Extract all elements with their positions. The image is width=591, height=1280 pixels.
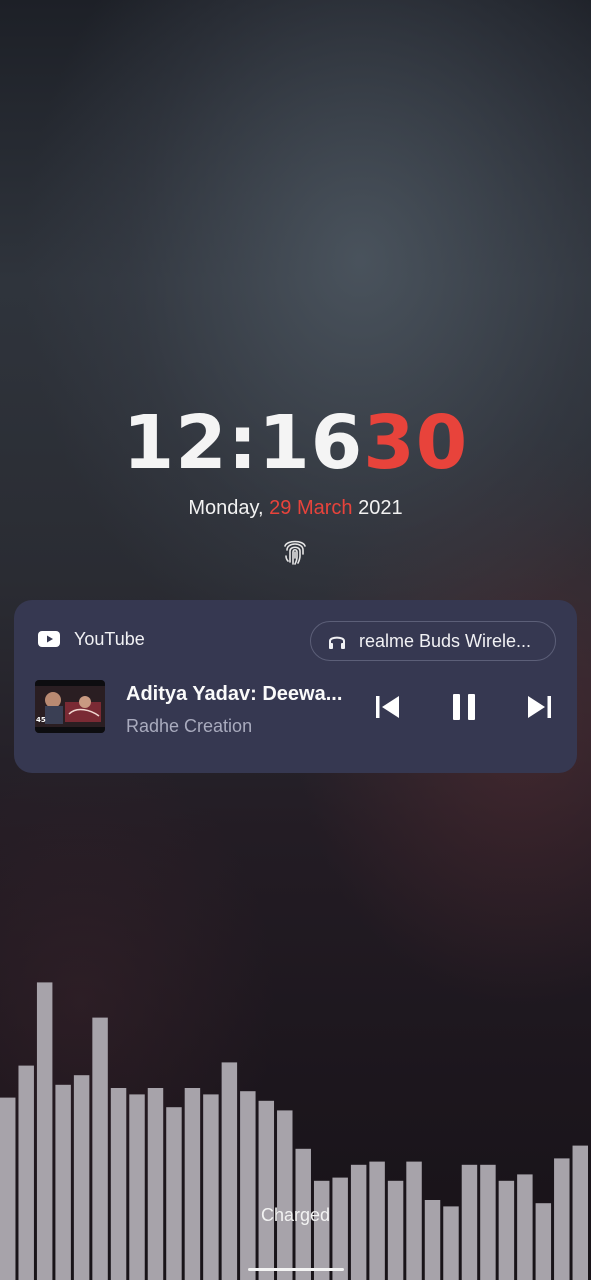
track-title: Aditya Yadav: Deewa...: [126, 683, 343, 705]
output-device-label: realme Buds Wirele...: [359, 630, 532, 651]
audio-visualizer: [0, 982, 588, 1280]
visualizer-bar: [258, 1100, 275, 1280]
visualizer-bar: [166, 1107, 182, 1280]
charging-status: Charged: [260, 1205, 331, 1225]
visualizer-bar: [18, 1065, 34, 1280]
fingerprint-icon[interactable]: [282, 536, 308, 566]
pause-button[interactable]: [449, 692, 479, 722]
visualizer-bar: [517, 1174, 533, 1280]
pause-icon: [453, 694, 475, 720]
thumbnail-badge: 45: [36, 716, 46, 724]
visualizer-bar: [0, 1097, 16, 1280]
date-day-month: 29 March: [269, 497, 353, 519]
visualizer-bar: [387, 1180, 404, 1280]
media-app-name: YouTube: [74, 628, 145, 649]
previous-track-button[interactable]: [373, 692, 403, 722]
visualizer-bar: [184, 1088, 201, 1280]
clock-seconds: 30: [363, 400, 469, 486]
output-device-selector[interactable]: realme Buds Wirele...: [310, 621, 556, 661]
visualizer-bar: [203, 1094, 219, 1280]
visualizer-bar: [240, 1091, 256, 1280]
visualizer-bar: [277, 1110, 293, 1280]
next-track-button[interactable]: [524, 692, 554, 722]
clock-hours-minutes: 12:16: [122, 400, 364, 486]
home-indicator[interactable]: [248, 1268, 344, 1271]
visualizer-bar: [92, 1017, 108, 1280]
date-year: 2021: [358, 497, 403, 519]
visualizer-bar: [313, 1180, 330, 1280]
skip-previous-icon: [376, 696, 399, 718]
visualizer-bar: [498, 1180, 515, 1280]
visualizer-bar: [73, 1075, 90, 1280]
date-weekday: Monday,: [188, 497, 264, 519]
visualizer-bar: [147, 1088, 164, 1280]
track-artist: Radhe Creation: [126, 716, 253, 736]
visualizer-bar: [129, 1094, 145, 1280]
lock-date: Monday, 29 March 2021: [0, 494, 591, 522]
visualizer-bar: [332, 1177, 348, 1280]
album-art-thumbnail: 45: [35, 680, 105, 733]
visualizer-bar: [110, 1088, 127, 1280]
visualizer-bar: [55, 1084, 71, 1280]
visualizer-bar: [221, 1062, 238, 1280]
headphones-icon: [329, 636, 345, 649]
youtube-icon: [38, 631, 60, 647]
media-source-row: YouTube: [38, 626, 145, 652]
skip-next-icon: [528, 696, 551, 718]
lock-clock: 12:1630: [0, 398, 591, 488]
visualizer-bar: [36, 982, 53, 1280]
media-notification-card[interactable]: YouTube realme Buds Wirele... 45 Aditya …: [14, 600, 577, 773]
